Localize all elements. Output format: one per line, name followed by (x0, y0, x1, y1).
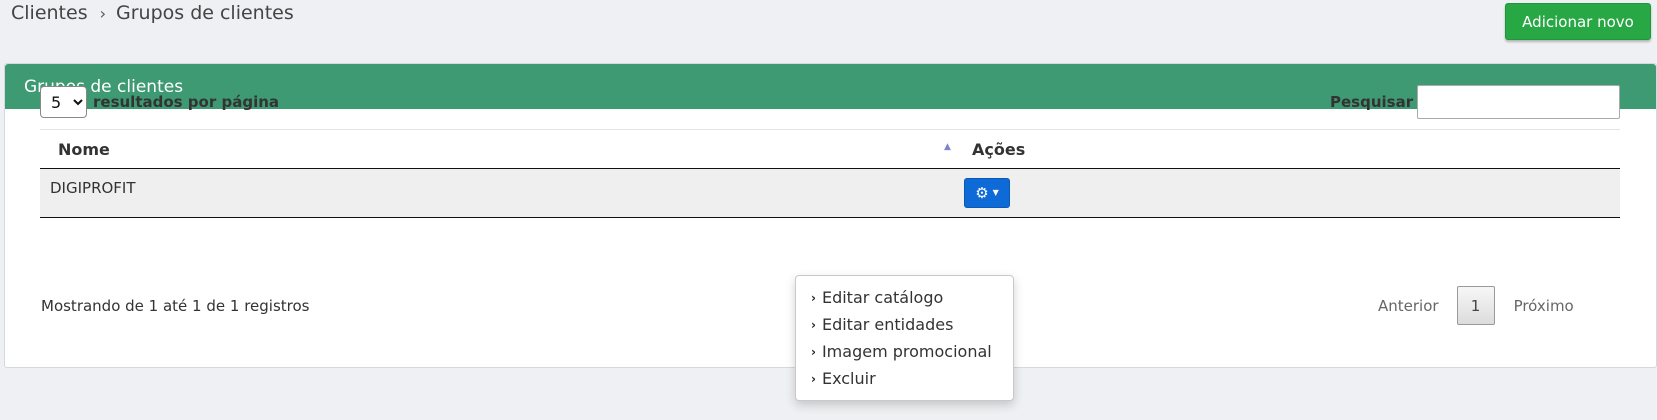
table-info: Mostrando de 1 até 1 de 1 registros (41, 297, 310, 315)
column-header-acoes: Ações (972, 139, 1026, 159)
actions-dropdown-menu: › Editar catálogo › Editar entidades › I… (795, 275, 1014, 401)
per-page-select[interactable]: 5 (40, 86, 87, 118)
menu-item-editar-catalogo[interactable]: › Editar catálogo (796, 284, 1013, 311)
breadcrumb-item-grupos: Grupos de clientes (116, 2, 294, 24)
groups-table: Nome ▲ Ações DIGIPROFIT ⚙ ▼ (40, 129, 1620, 218)
cell-nome: DIGIPROFIT (50, 179, 136, 197)
menu-item-label: Editar entidades (821, 315, 954, 334)
menu-item-label: Editar catálogo (821, 288, 944, 307)
menu-item-editar-entidades[interactable]: › Editar entidades (796, 311, 1013, 338)
page-1-button[interactable]: 1 (1456, 286, 1495, 325)
search-input[interactable] (1417, 85, 1621, 119)
menu-item-label: Excluir (821, 369, 876, 388)
search-label: Pesquisar (1330, 93, 1414, 111)
chevron-right-icon: › (811, 371, 816, 386)
table-row: DIGIPROFIT ⚙ ▼ (40, 169, 1620, 218)
chevron-right-icon: › (99, 3, 106, 23)
menu-item-imagem-promocional[interactable]: › Imagem promocional (796, 338, 1013, 365)
caret-down-icon: ▼ (992, 188, 999, 197)
add-new-button[interactable]: Adicionar novo (1505, 3, 1651, 40)
search-control: Pesquisar (1330, 85, 1621, 119)
sort-ascending-icon[interactable]: ▲ (944, 142, 951, 152)
menu-item-label: Imagem promocional (821, 342, 992, 361)
pagination: Anterior 1 Próximo (1378, 286, 1574, 325)
table-header: Nome ▲ Ações (40, 130, 1620, 169)
breadcrumb-item-clientes[interactable]: Clientes (11, 2, 88, 24)
actions-button[interactable]: ⚙ ▼ (964, 178, 1010, 208)
breadcrumb: Clientes › Grupos de clientes (11, 2, 294, 24)
column-header-nome[interactable]: Nome (40, 140, 910, 159)
per-page-label: resultados por página (93, 93, 280, 111)
per-page-control: 5 resultados por página (40, 86, 279, 118)
gear-icon: ⚙ (975, 183, 989, 202)
chevron-right-icon: › (811, 344, 816, 359)
previous-page-button[interactable]: Anterior (1378, 297, 1439, 315)
menu-item-excluir[interactable]: › Excluir (796, 365, 1013, 392)
chevron-right-icon: › (811, 290, 816, 305)
next-page-button[interactable]: Próximo (1514, 297, 1574, 315)
chevron-right-icon: › (811, 317, 816, 332)
